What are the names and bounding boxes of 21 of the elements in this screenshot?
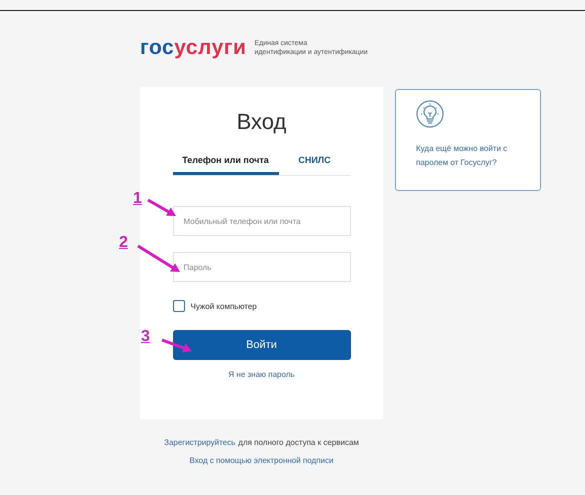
password-field[interactable]: Пароль: [172, 252, 350, 282]
info-text[interactable]: Куда ещё можно войти с паролем от Госуслуг?: [416, 142, 520, 170]
checkbox-label: Чужой компьютер: [190, 302, 257, 310]
lightbulb-icon: [416, 100, 444, 128]
login-field[interactable]: Мобильный телефон или почта: [172, 206, 350, 236]
forgot-password-link[interactable]: Я не знаю пароль: [228, 370, 295, 379]
register-text: Зарегистрируйтесь для полного доступа к сервисам: [164, 438, 359, 447]
annotation-number: 2: [119, 234, 128, 252]
annotation-number: 3: [141, 328, 150, 346]
annotation-arrow: [161, 338, 192, 352]
logo: госуслуги: [140, 36, 246, 60]
checkbox[interactable]: [172, 300, 184, 312]
login-button[interactable]: Войти: [172, 330, 350, 360]
annotation-arrow: [137, 244, 180, 272]
login-title: Вход: [236, 109, 286, 135]
register-link[interactable]: Зарегистрируйтесь: [164, 438, 236, 447]
login-tab[interactable]: Телефон или почта: [172, 151, 278, 175]
login-tab[interactable]: СНИЛС: [278, 151, 350, 175]
signature-login-link[interactable]: Вход с помощью электронной подписи: [190, 456, 334, 465]
annotation-number: 1: [133, 190, 142, 208]
annotation-arrow: [147, 198, 176, 216]
